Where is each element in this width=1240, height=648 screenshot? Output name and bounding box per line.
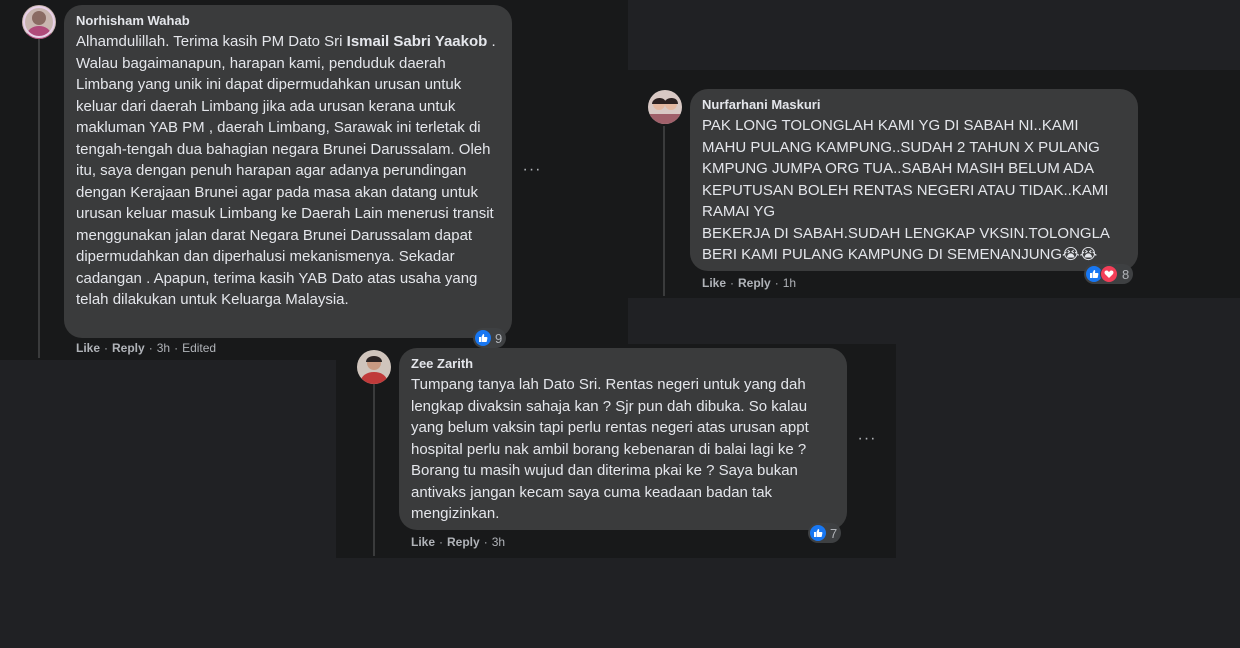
comment-actions: Like · Reply · 3h · Edited — [76, 341, 217, 355]
avatar[interactable] — [357, 350, 391, 384]
avatar-image — [648, 90, 682, 124]
reaction-summary[interactable]: 7 — [808, 523, 842, 543]
reaction-summary[interactable]: 9 — [473, 328, 507, 348]
thread-line — [38, 38, 40, 358]
like-button[interactable]: Like — [411, 535, 435, 549]
avatar-image — [22, 5, 56, 39]
reply-button[interactable]: Reply — [738, 276, 771, 290]
comment-author[interactable]: Norhisham Wahab — [76, 13, 500, 29]
comment-actions: Like · Reply · 3h — [411, 535, 506, 549]
avatar[interactable] — [22, 5, 56, 39]
comment-actions: Like · Reply · 1h — [702, 276, 797, 290]
avatar[interactable] — [648, 90, 682, 124]
comment-text: Tumpang tanya lah Dato Sri. Rentas neger… — [411, 376, 813, 522]
comment-author[interactable]: Nurfarhani Maskuri — [702, 97, 1126, 113]
avatar-image — [357, 350, 391, 384]
thread-line — [373, 384, 375, 556]
reply-button[interactable]: Reply — [447, 535, 480, 549]
like-button[interactable]: Like — [76, 341, 100, 355]
like-button[interactable]: Like — [702, 276, 726, 290]
comment-timestamp[interactable]: 3h — [492, 535, 505, 549]
comment-text: PAK LONG TOLONGLAH KAMI YG DI SABAH NI..… — [702, 117, 1110, 263]
comment-text-end: . Walau bagaimanapun, harapan kami, pend… — [76, 33, 500, 308]
more-options-icon[interactable]: ··· — [853, 429, 881, 449]
comment-bubble: Nurfarhani Maskuri PAK LONG TOLONGLAH KA… — [690, 89, 1138, 271]
comment-text: Alhamdulillah. Terima kasih PM Dato Sri … — [76, 31, 500, 311]
reaction-count: 9 — [495, 330, 503, 346]
more-options-icon[interactable]: ··· — [518, 160, 546, 180]
mention-link[interactable]: Ismail Sabri Yaakob — [347, 33, 488, 50]
reply-button[interactable]: Reply — [112, 341, 145, 355]
thumbs-up-icon — [475, 330, 491, 346]
comment-author[interactable]: Zee Zarith — [411, 356, 835, 372]
reaction-count: 8 — [1122, 266, 1130, 282]
edited-label: Edited — [182, 341, 217, 355]
comment-text-start: Alhamdulillah. Terima kasih PM Dato Sri — [76, 33, 347, 50]
heart-icon — [1100, 265, 1118, 283]
thumbs-up-icon — [810, 525, 826, 541]
reaction-summary[interactable]: 8 — [1084, 264, 1134, 284]
comment-timestamp[interactable]: 1h — [783, 276, 796, 290]
thread-line — [663, 126, 665, 296]
reaction-count: 7 — [830, 525, 838, 541]
comment-timestamp[interactable]: 3h — [157, 341, 170, 355]
comment-bubble: Norhisham Wahab Alhamdulillah. Terima ka… — [64, 5, 512, 338]
comment-bubble: Zee Zarith Tumpang tanya lah Dato Sri. R… — [399, 348, 847, 530]
